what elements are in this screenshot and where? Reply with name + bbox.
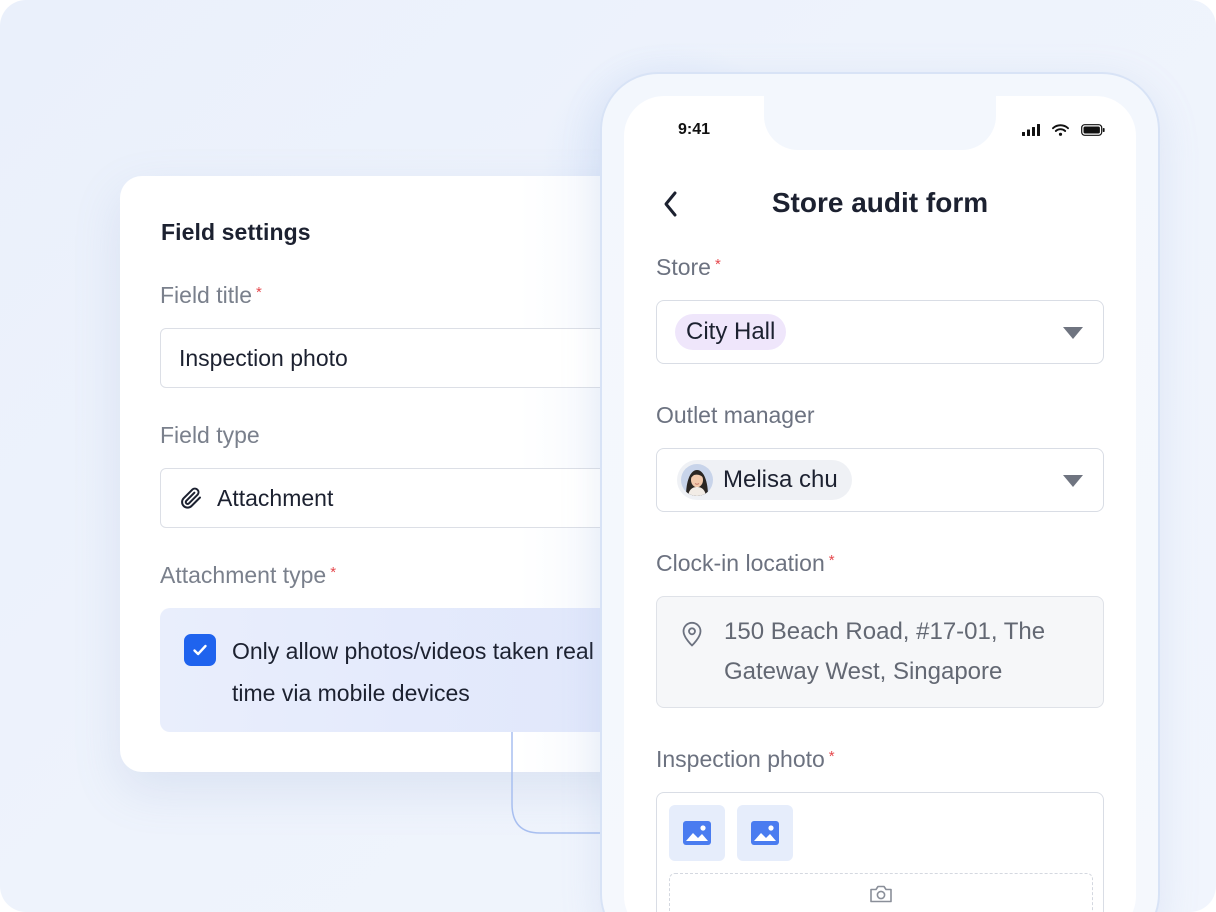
check-icon [193,644,207,656]
field-title-label: Field title * [160,282,262,309]
field-settings-card: Field settings Field title * Inspection p… [120,176,660,772]
status-icons [1022,122,1105,138]
photo-thumbnail[interactable] [669,805,725,861]
field-type-value: Attachment [217,484,334,511]
caret-down-icon [1063,327,1083,339]
store-label: Store * [656,254,721,281]
field-title-input[interactable]: Inspection photo [160,328,660,388]
form-title: Store audit form [771,187,989,218]
caret-down-icon [1063,475,1083,487]
required-mark: * [714,256,721,273]
field-type-label: Field type [160,422,260,448]
field-title-label-text: Field title [160,282,253,308]
camera-icon [870,885,892,903]
manager-select[interactable]: Melisa chu [656,448,1104,512]
image-icon [683,821,711,845]
attachment-type-label-text: Attachment type [160,562,327,588]
back-button[interactable] [656,188,686,220]
chevron-left-icon [664,191,677,217]
required-mark: * [828,748,835,765]
manager-label: Outlet manager [656,402,815,428]
location-value: 150 Beach Road, #17-01, The Gateway West… [724,618,1046,685]
battery-icon [1081,124,1105,136]
signal-icon [1022,124,1040,136]
card-title: Field settings [161,219,311,245]
photo-upload-area[interactable] [669,873,1093,912]
inspection-photo-label: Inspection photo * [656,746,835,773]
map-pin-icon [682,621,702,647]
paperclip-icon [181,487,201,509]
location-label: Clock-in location * [656,550,835,577]
inspection-photo-field [656,792,1104,912]
location-label-text: Clock-in location [656,550,825,576]
required-mark: * [256,284,262,301]
field-type-select[interactable]: Attachment [160,468,660,528]
clock-in-location-field: 150 Beach Road, #17-01, The Gateway West… [656,596,1104,708]
image-icon [751,821,779,845]
store-select[interactable]: City Hall [656,300,1104,364]
manager-name: Melisa chu [723,466,838,493]
realtime-only-label: Only allow photos/videos taken real time… [232,638,594,706]
manager-tag: Melisa chu [677,460,852,500]
wifi-icon [1052,124,1069,136]
store-tag: City Hall [675,314,787,350]
background-canvas: Field settings Field title * Inspection p… [0,0,1216,912]
required-mark: * [330,564,337,581]
required-mark: * [828,552,835,569]
avatar [681,464,713,496]
phone-notch [764,92,996,150]
attachment-type-option: Only allow photos/videos taken real time… [160,608,660,732]
attachment-type-label: Attachment type * [160,562,336,589]
status-time: 9:41 [678,121,711,138]
photo-thumbnail[interactable] [737,805,793,861]
inspection-photo-label-text: Inspection photo [656,746,825,772]
realtime-only-checkbox[interactable] [184,634,216,666]
field-title-value: Inspection photo [179,344,348,371]
store-label-text: Store [656,254,711,280]
